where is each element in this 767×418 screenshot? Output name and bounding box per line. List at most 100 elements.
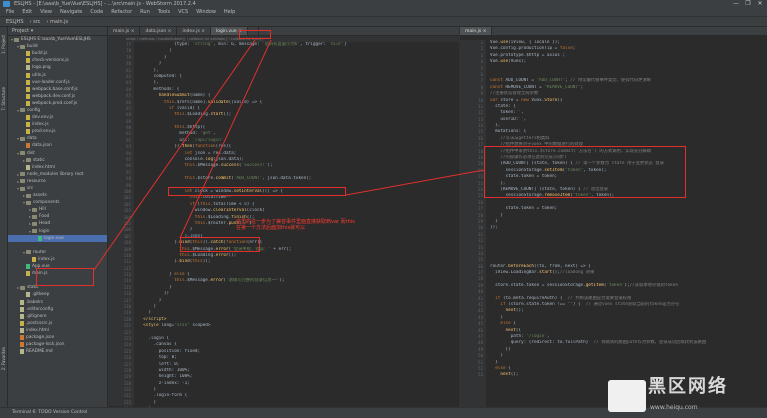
project-panel-header[interactable]: Project ▾ [8, 27, 107, 36]
tree-folder[interactable]: ▸ Head [8, 220, 107, 227]
file-icon [26, 58, 30, 64]
tree-file[interactable]: utils.js [8, 71, 107, 78]
menu-file[interactable]: File [2, 8, 18, 16]
tree-file[interactable]: .gitignore [8, 313, 107, 320]
nav-crumb[interactable]: › src [27, 17, 44, 26]
tree-item-label: static [33, 157, 45, 163]
tree-file[interactable]: webpack.base.conf.js [8, 86, 107, 93]
app-icon [3, 1, 10, 7]
menu-refactor[interactable]: Refactor [107, 8, 136, 16]
editor-tab[interactable]: main.js × [460, 27, 493, 35]
menu-run[interactable]: Run [136, 8, 154, 16]
editor-tab[interactable]: main.js × [108, 27, 141, 35]
tree-folder[interactable]: ▸ assets [8, 192, 107, 199]
tree-item-label: utils.js [32, 72, 46, 78]
tree-file[interactable]: dev.env.js [8, 114, 107, 121]
project-tool-tab[interactable]: 1: Project [1, 35, 6, 54]
file-icon [20, 334, 24, 340]
menu-edit[interactable]: Edit [18, 8, 36, 16]
tree-file[interactable]: prod.env.js [8, 128, 107, 135]
file-icon [26, 115, 30, 121]
file-icon [20, 313, 24, 319]
nav-crumb[interactable]: › main.js [43, 17, 71, 26]
folder-icon [26, 250, 31, 255]
tree-file[interactable]: index.js [8, 121, 107, 128]
tree-file[interactable]: check-versions.js [8, 57, 107, 64]
tree-folder[interactable]: ▾ dist [8, 150, 107, 157]
tree-file[interactable]: data.json [8, 142, 107, 149]
tree-file[interactable]: build.js [8, 50, 107, 57]
favorites-tool-tab[interactable]: 2: Favorites [1, 347, 6, 370]
tree-item-label: data.json [32, 143, 52, 149]
tree-item-label: prod.env.js [32, 129, 56, 135]
tree-file[interactable]: vue-loader.conf.js [8, 79, 107, 86]
maximize-button[interactable]: ❐ [742, 0, 754, 8]
tree-folder[interactable]: ▸ Hill [8, 206, 107, 213]
tree-folder[interactable]: ▾ login [8, 228, 107, 235]
tree-folder[interactable]: ▸ resource [8, 178, 107, 185]
tree-item-label: .editorconfig [26, 306, 54, 312]
tree-item-label: package.json [26, 334, 55, 340]
tree-folder[interactable]: ▸ static [8, 157, 107, 164]
tree-item-label: webpack.dev.conf.js [32, 93, 76, 99]
tree-file[interactable]: webpack.dev.conf.js [8, 93, 107, 100]
tree-folder[interactable]: ▾ components [8, 199, 107, 206]
folder-icon [32, 207, 37, 212]
tree-file[interactable]: package.json [8, 334, 107, 341]
file-icon [26, 164, 30, 170]
tree-file[interactable]: .babelrc [8, 298, 107, 305]
editor-tab[interactable]: index.js × [177, 27, 211, 35]
tree-file[interactable] [8, 242, 107, 249]
tree-file[interactable]: .editorconfig [8, 306, 107, 313]
folder-icon [20, 108, 25, 113]
project-tree: ▾ ESLJHS E:\aaa\b_Yue\Vue\ESLJHS ▾ build bui… [8, 36, 107, 355]
menu-code[interactable]: Code [86, 8, 107, 16]
structure-tool-tab[interactable]: 7: Structure [1, 87, 6, 111]
right-editor-tabs: main.js × [460, 27, 767, 36]
tree-folder[interactable]: ▸ Food [8, 213, 107, 220]
menu-navigate[interactable]: Navigate [56, 8, 86, 16]
tree-item-label: vue-loader.conf.js [32, 79, 70, 85]
menu-vcs[interactable]: VCS [174, 8, 192, 16]
tree-file[interactable]: README.md [8, 348, 107, 355]
folder-icon [32, 214, 37, 219]
tree-folder[interactable]: ▾ router [8, 249, 107, 256]
menu-help[interactable]: Help [220, 8, 239, 16]
tree-folder[interactable]: ▾ src [8, 185, 107, 192]
folder-icon [26, 193, 31, 198]
tree-folder[interactable]: ▾ ESLJHS E:\aaa\b_Yue\Vue\ESLJHS [8, 36, 107, 43]
left-editor: main.js × data.json × index.js × login.vue … [108, 27, 460, 407]
nav-crumb[interactable]: ESLJHS [3, 17, 27, 26]
tree-folder[interactable]: ▾ config [8, 107, 107, 114]
window-titlebar: ESLJHS - [E:\aaa\b_Yue\Vue\ESLJHS] - ...… [0, 0, 767, 8]
tree-file[interactable]: .postcssrc.js [8, 320, 107, 327]
menu-view[interactable]: View [36, 8, 56, 16]
tree-file[interactable]: logo.png [8, 64, 107, 71]
file-icon [26, 292, 30, 298]
tree-folder[interactable]: ▸ node_modules library root [8, 171, 107, 178]
tree-item-label: login [39, 228, 50, 234]
tree-file[interactable]: index.html [8, 327, 107, 334]
tree-file[interactable]: package-lock.json [8, 341, 107, 348]
tree-file[interactable]: login.vue [8, 234, 107, 242]
minimize-button[interactable]: — [730, 0, 742, 8]
tree-folder[interactable]: ▾ data [8, 135, 107, 142]
tree-item-label: index.html [32, 164, 55, 170]
menu-window[interactable]: Window [192, 8, 220, 16]
tree-file[interactable]: .gitkeep [8, 291, 107, 298]
folder-icon [20, 44, 25, 49]
close-button[interactable]: ✕ [754, 0, 766, 8]
editor-tab[interactable]: data.json × [140, 27, 178, 35]
tree-file[interactable]: index.js [8, 256, 107, 263]
file-icon [20, 320, 24, 326]
tree-file[interactable]: webpack.prod.conf.js [8, 100, 107, 107]
tree-file[interactable]: index.html [8, 164, 107, 171]
menu-tools[interactable]: Tools [154, 8, 174, 16]
tree-item-label: index.html [26, 327, 49, 333]
watermark-text: 黑区网络 [648, 376, 728, 397]
right-code-area[interactable]: Vue.use(iView, { locale }); Vue.config.pr… [486, 40, 767, 379]
tree-item-label: Hill [39, 207, 46, 213]
file-icon [26, 51, 30, 57]
tree-folder[interactable]: ▾ build [8, 43, 107, 50]
mutation-highlight [484, 146, 686, 198]
